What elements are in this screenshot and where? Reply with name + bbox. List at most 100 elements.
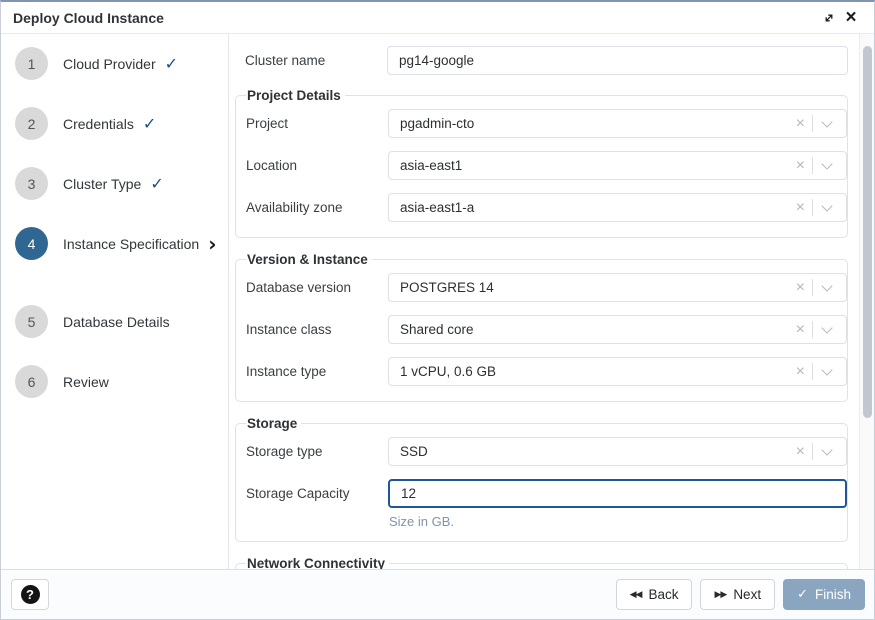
divider	[812, 199, 813, 216]
next-button-label: Next	[733, 587, 761, 602]
clear-icon[interactable]: ×	[789, 280, 812, 296]
step-cluster-type[interactable]: 3 Cluster Type ✓	[15, 167, 228, 200]
chevron-down-icon[interactable]	[821, 116, 832, 127]
clear-icon[interactable]: ×	[789, 200, 812, 216]
divider	[812, 279, 813, 296]
storage-type-row: Storage type ×	[246, 437, 847, 466]
location-row: Location ×	[246, 151, 847, 180]
clear-icon[interactable]: ×	[789, 364, 812, 380]
storage-type-label: Storage type	[246, 437, 388, 459]
storage-capacity-input[interactable]	[388, 479, 847, 508]
divider	[812, 321, 813, 338]
chevron-down-icon[interactable]	[821, 200, 832, 211]
location-value[interactable]	[400, 158, 789, 173]
step-number-badge: 3	[15, 167, 48, 200]
form-panel: Cluster name Project Details Project ×	[229, 34, 874, 569]
step-credentials[interactable]: 2 Credentials ✓	[15, 107, 228, 140]
location-select[interactable]: ×	[388, 151, 847, 180]
clear-icon[interactable]: ×	[789, 158, 812, 174]
clear-icon[interactable]: ×	[789, 322, 812, 338]
double-arrow-right-icon: ▶▶	[714, 590, 726, 600]
instance-type-label: Instance type	[246, 357, 388, 379]
chevron-down-icon[interactable]	[821, 322, 832, 333]
database-version-select[interactable]: ×	[388, 273, 847, 302]
cluster-name-label: Cluster name	[245, 46, 387, 68]
step-label: Credentials	[63, 116, 134, 132]
storage-title: Storage	[246, 416, 301, 431]
maximize-icon[interactable]	[818, 7, 840, 29]
instance-type-select[interactable]: ×	[388, 357, 847, 386]
divider	[812, 363, 813, 380]
help-icon: ?	[21, 585, 40, 604]
back-button[interactable]: ◀◀ Back	[616, 579, 693, 610]
version-instance-title: Version & Instance	[246, 252, 372, 267]
step-label: Database Details	[63, 314, 170, 330]
step-instance-specification[interactable]: 4 Instance Specification ›	[15, 227, 228, 260]
project-details-section: Project Details Project × Location ×	[235, 88, 848, 238]
dialog-footer: ? ◀◀ Back ▶▶ Next ✓ Finish	[1, 569, 874, 619]
divider	[812, 115, 813, 132]
help-button[interactable]: ?	[11, 579, 49, 610]
check-icon: ✓	[143, 114, 156, 133]
cluster-name-input[interactable]	[387, 46, 848, 75]
chevron-down-icon[interactable]	[821, 280, 832, 291]
project-details-title: Project Details	[246, 88, 345, 103]
next-button[interactable]: ▶▶ Next	[700, 579, 775, 610]
storage-type-value[interactable]	[400, 444, 789, 459]
storage-section: Storage Storage type × Storage Capacity …	[235, 416, 848, 542]
dialog-body: 1 Cloud Provider ✓ 2 Credentials ✓ 3 Clu…	[1, 34, 874, 569]
availability-zone-select[interactable]: ×	[388, 193, 847, 222]
location-label: Location	[246, 151, 388, 173]
storage-capacity-row: Storage Capacity Size in GB.	[246, 479, 847, 539]
step-label: Review	[63, 374, 109, 390]
step-number-badge: 4	[15, 227, 48, 260]
project-value[interactable]	[400, 116, 789, 131]
step-label: Instance Specification	[63, 236, 199, 252]
version-instance-section: Version & Instance Database version × In…	[235, 252, 848, 402]
step-number-badge: 6	[15, 365, 48, 398]
step-number-badge: 1	[15, 47, 48, 80]
project-select[interactable]: ×	[388, 109, 847, 138]
instance-type-value[interactable]	[400, 364, 789, 379]
storage-type-select[interactable]: ×	[388, 437, 847, 466]
double-arrow-left-icon: ◀◀	[630, 590, 642, 600]
network-connectivity-title: Network Connectivity	[246, 556, 389, 569]
vertical-scrollbar[interactable]	[859, 34, 874, 569]
scrollbar-thumb[interactable]	[863, 46, 872, 418]
project-label: Project	[246, 109, 388, 131]
step-review[interactable]: 6 Review	[15, 365, 228, 398]
database-version-value[interactable]	[400, 280, 789, 295]
chevron-down-icon[interactable]	[821, 364, 832, 375]
clear-icon[interactable]: ×	[789, 116, 812, 132]
step-database-details[interactable]: 5 Database Details	[15, 305, 228, 338]
step-label: Cluster Type	[63, 176, 141, 192]
wizard-steps: 1 Cloud Provider ✓ 2 Credentials ✓ 3 Clu…	[1, 34, 229, 569]
availability-zone-value[interactable]	[400, 200, 789, 215]
instance-class-value[interactable]	[400, 322, 789, 337]
divider	[812, 443, 813, 460]
availability-zone-label: Availability zone	[246, 193, 388, 215]
step-number-badge: 2	[15, 107, 48, 140]
instance-type-row: Instance type ×	[246, 357, 847, 386]
project-row: Project ×	[246, 109, 847, 138]
clear-icon[interactable]: ×	[789, 444, 812, 460]
network-connectivity-section: Network Connectivity	[235, 556, 848, 569]
step-number-badge: 5	[15, 305, 48, 338]
chevron-down-icon[interactable]	[821, 158, 832, 169]
dialog-title: Deploy Cloud Instance	[13, 10, 164, 26]
finish-button[interactable]: ✓ Finish	[783, 579, 865, 610]
step-cloud-provider[interactable]: 1 Cloud Provider ✓	[15, 47, 228, 80]
chevron-right-icon: ›	[208, 237, 216, 251]
chevron-down-icon[interactable]	[821, 444, 832, 455]
divider	[812, 157, 813, 174]
finish-button-label: Finish	[815, 587, 851, 602]
availability-zone-row: Availability zone ×	[246, 193, 847, 222]
storage-capacity-label: Storage Capacity	[246, 479, 388, 501]
check-icon: ✓	[165, 54, 178, 73]
database-version-label: Database version	[246, 273, 388, 295]
step-label: Cloud Provider	[63, 56, 156, 72]
close-icon[interactable]: ×	[840, 7, 862, 29]
instance-class-select[interactable]: ×	[388, 315, 847, 344]
storage-capacity-helper: Size in GB.	[389, 514, 847, 529]
check-icon: ✓	[797, 587, 808, 602]
